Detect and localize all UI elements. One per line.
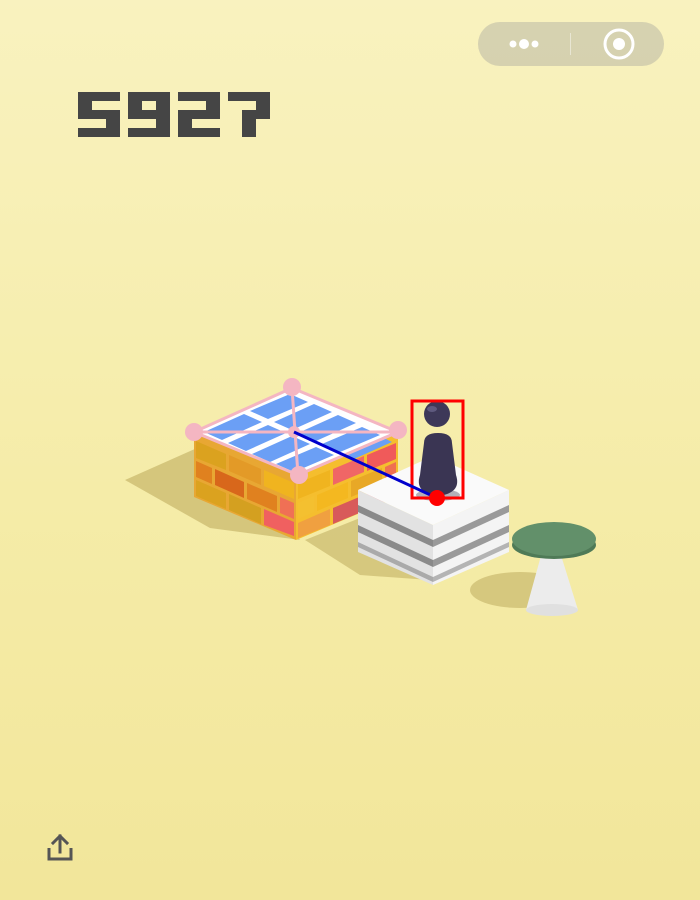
player-head [424,401,450,427]
share-upload-icon [47,833,73,861]
green-stool-base [526,604,578,616]
player-body [418,433,458,496]
share-button[interactable] [44,832,76,864]
keypoint-bottom [290,466,308,484]
green-stool-top [512,522,596,556]
keypoint-top [283,378,301,396]
player-head-highlight [427,406,437,412]
player-piece [416,401,460,501]
keypoint-left [185,423,203,441]
game-stage [125,378,596,616]
keypoint-right [389,421,407,439]
player-foot-point [429,490,445,506]
